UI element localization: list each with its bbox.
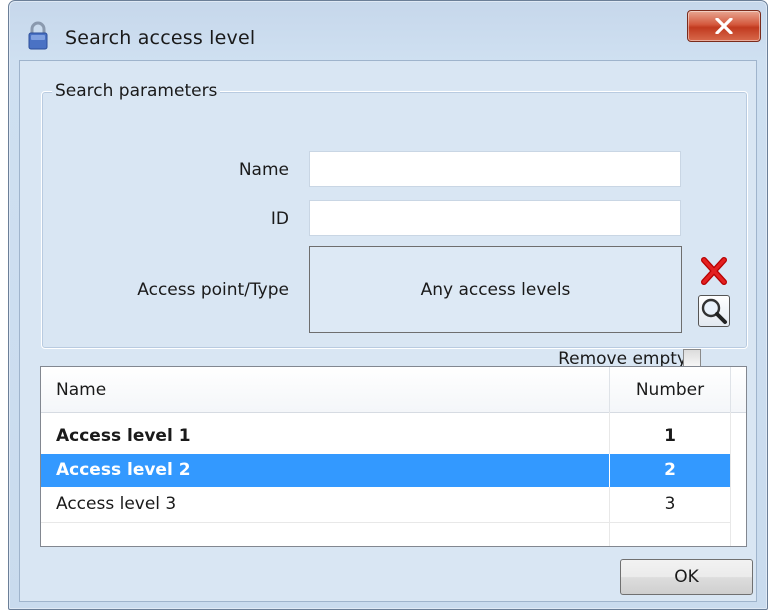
access-point-value: Any access levels (420, 279, 571, 300)
column-divider[interactable] (730, 367, 731, 412)
id-label: ID (270, 209, 289, 229)
close-icon (715, 18, 733, 34)
name-input[interactable] (310, 152, 680, 186)
dialog-content: Search parameters Name ID Access point/T… (19, 60, 757, 602)
red-x-icon (701, 257, 727, 285)
access-point-label: Access point/Type (137, 280, 289, 300)
table-row[interactable]: Access level 3 3 (41, 488, 730, 521)
access-point-type-box[interactable]: Any access levels (309, 246, 682, 333)
row-number: 1 (664, 426, 676, 446)
grid-line (730, 412, 731, 546)
ok-button[interactable]: OK (620, 559, 753, 595)
title-bar[interactable]: Search access level (9, 1, 767, 61)
row-name: Access level 1 (56, 426, 191, 446)
results-list[interactable]: Name Number Access level 1 1 Access leve… (40, 366, 747, 547)
close-button[interactable] (687, 10, 761, 42)
search-parameters-group: Search parameters Name ID Access point/T… (41, 81, 748, 369)
table-row[interactable]: Access level 1 1 (41, 420, 730, 453)
clear-access-point-button[interactable] (698, 255, 730, 287)
window-title: Search access level (65, 27, 256, 49)
row-name: Access level 3 (56, 494, 177, 514)
row-number: 3 (664, 494, 676, 514)
row-name: Access level 2 (56, 460, 191, 480)
list-header: Name Number (41, 367, 746, 413)
table-row-selected[interactable]: Access level 2 2 (41, 454, 730, 487)
dialog-window: Search access level Search parameters Na… (8, 0, 768, 610)
group-title: Search parameters (52, 81, 221, 101)
browse-access-point-button[interactable] (698, 295, 730, 327)
name-field[interactable] (309, 151, 681, 187)
magnifier-icon (701, 298, 727, 324)
row-divider (41, 522, 730, 523)
remove-empty-checkbox[interactable] (683, 349, 701, 367)
column-header-name[interactable]: Name (56, 367, 106, 412)
id-field[interactable] (309, 200, 681, 236)
padlock-icon (28, 21, 48, 50)
column-header-number[interactable]: Number (610, 367, 730, 412)
name-label: Name (238, 160, 289, 180)
id-input[interactable] (310, 201, 680, 235)
row-number: 2 (664, 460, 676, 480)
